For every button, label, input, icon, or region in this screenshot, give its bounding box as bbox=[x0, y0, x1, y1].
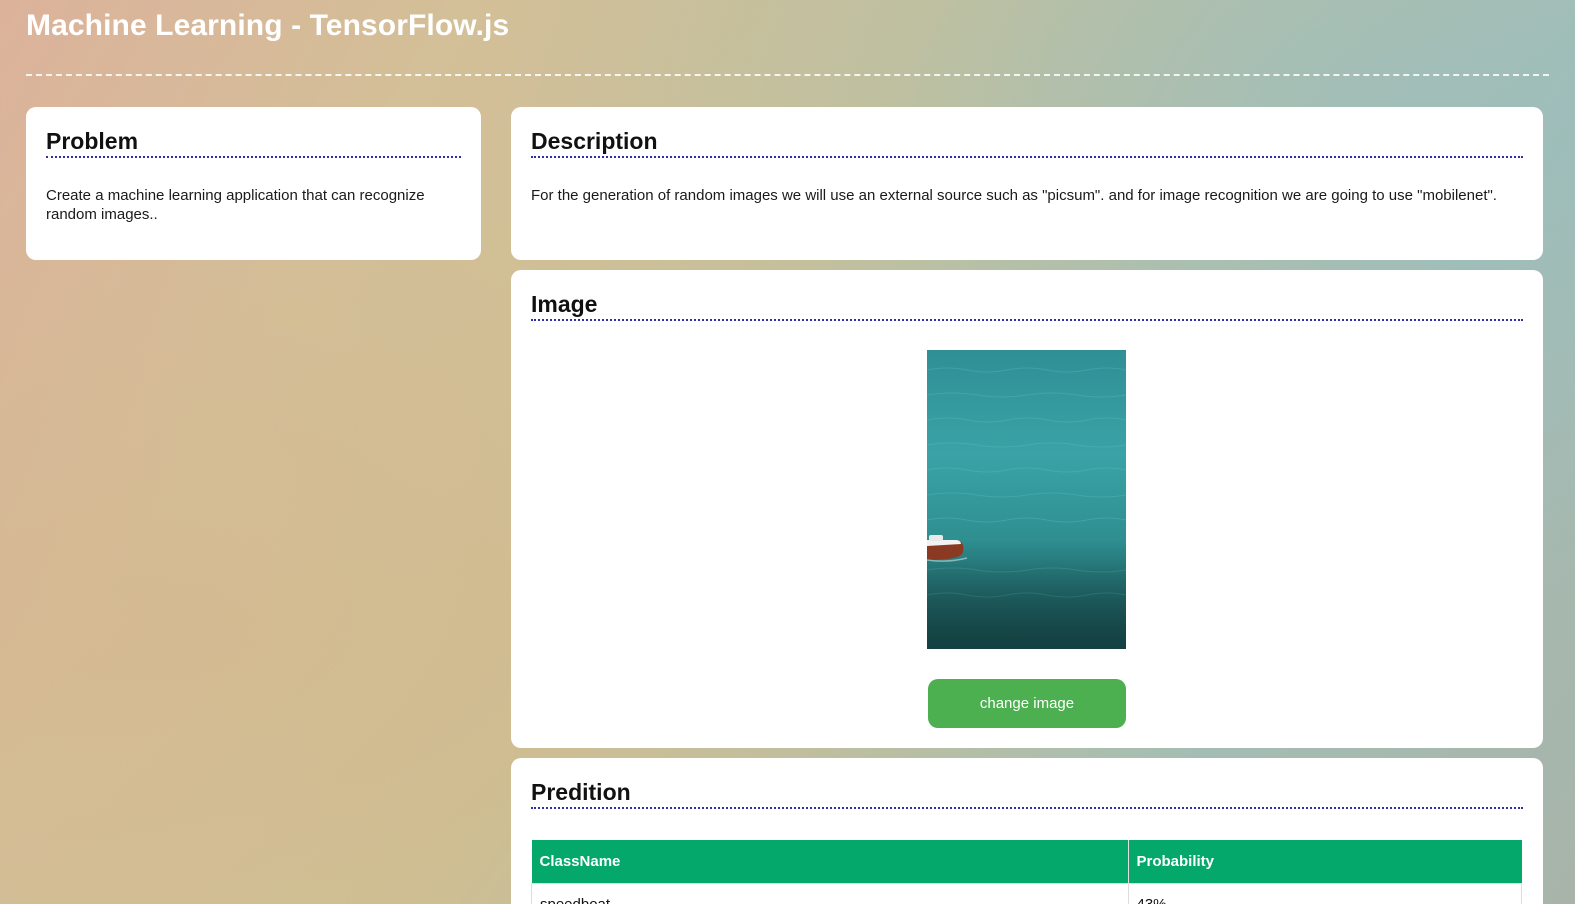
table-row: speedboat 43% bbox=[531, 883, 1522, 904]
image-card: Image change image bbox=[511, 270, 1543, 748]
change-image-button[interactable]: change image bbox=[928, 679, 1126, 728]
prediction-card: Predition ClassName Probability speedboa… bbox=[511, 758, 1543, 904]
page-title: Machine Learning - TensorFlow.js bbox=[26, 9, 510, 42]
image-heading: Image bbox=[531, 290, 1523, 321]
description-text: For the generation of random images we w… bbox=[531, 187, 1497, 204]
column-header-classname: ClassName bbox=[531, 840, 1129, 884]
page-header: Machine Learning - TensorFlow.js bbox=[26, 4, 1549, 76]
random-image bbox=[927, 350, 1126, 649]
prediction-table: ClassName Probability speedboat 43% bbox=[531, 840, 1522, 904]
column-header-probability: Probability bbox=[1128, 840, 1522, 884]
table-header-row: ClassName Probability bbox=[531, 840, 1522, 884]
description-heading: Description bbox=[531, 127, 1523, 158]
header-divider bbox=[26, 74, 1549, 76]
problem-heading: Problem bbox=[46, 127, 461, 158]
problem-card: Problem Create a machine learning applic… bbox=[26, 107, 481, 260]
description-card: Description For the generation of random… bbox=[511, 107, 1543, 260]
cell-classname: speedboat bbox=[531, 883, 1129, 904]
prediction-heading: Predition bbox=[531, 778, 1523, 809]
problem-text: Create a machine learning application th… bbox=[46, 187, 425, 223]
cell-probability: 43% bbox=[1127, 883, 1522, 904]
